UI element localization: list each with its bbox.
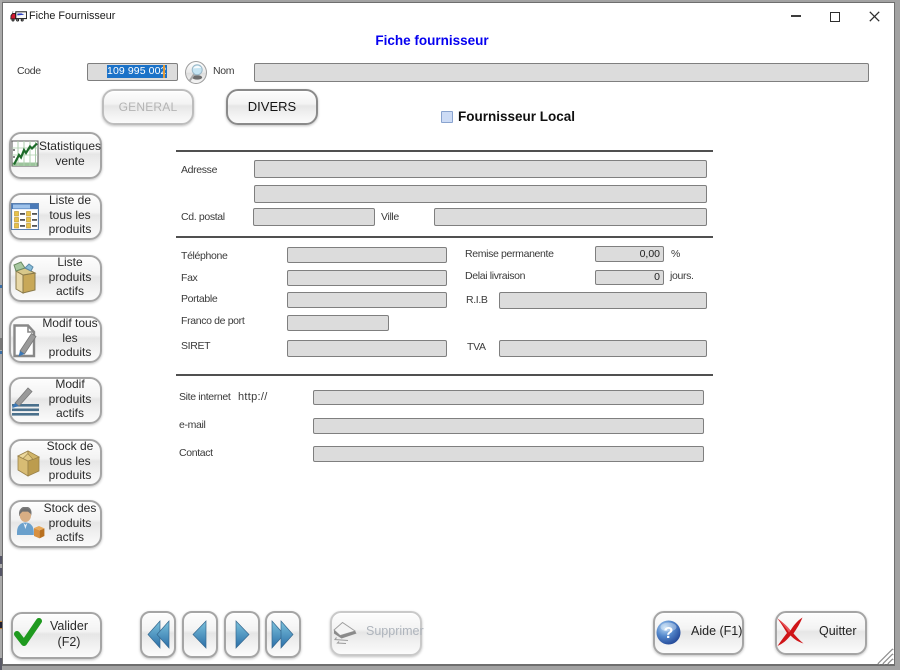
svg-text:?: ? [664,625,674,642]
